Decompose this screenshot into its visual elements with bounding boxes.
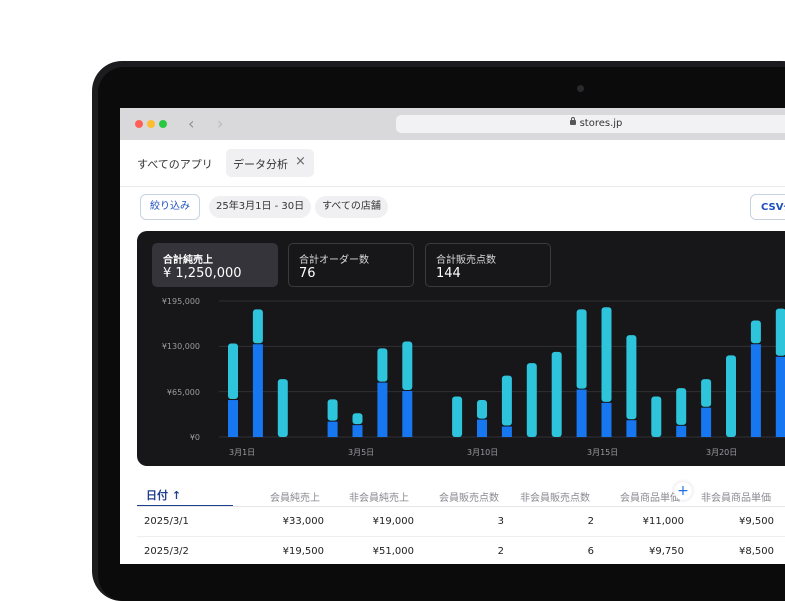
column-header-date[interactable]: 日付 ↑ [146,487,181,503]
bar-segment-upper[interactable] [402,341,412,390]
add-column-icon[interactable]: + [674,482,692,500]
cell-date: 2025/3/2 [144,546,189,557]
bar-segment-lower[interactable] [776,357,785,437]
x-tick-label: 3月20日 [706,447,737,458]
url-text: stores.jp [580,118,623,129]
bar-segment-upper[interactable] [228,344,238,399]
bar-segment-lower[interactable] [602,403,612,437]
x-tick-label: 3月10日 [467,447,498,458]
bar-segment-lower[interactable] [328,422,338,437]
cell-date: 2025/3/1 [144,516,189,527]
bar-segment-upper[interactable] [701,379,711,407]
bar-segment-upper[interactable] [477,400,487,419]
cell-member-sales: ¥33,000 [244,516,324,527]
back-icon[interactable]: ‹ [188,114,194,133]
bar-segment-lower[interactable] [353,425,363,437]
cell-nonmember-sales: ¥19,000 [334,516,414,527]
url-bar[interactable]: stores.jp [396,115,785,133]
column-header[interactable]: 非会員純売上 [349,489,409,504]
column-header[interactable]: 会員商品単価 [620,489,680,504]
maximize-window-icon[interactable] [159,120,167,128]
csv-download-button[interactable]: CSVダ [750,194,785,220]
stacked-bar-chart [137,231,785,466]
column-header[interactable]: 会員純売上 [270,489,320,504]
bar-segment-upper[interactable] [527,363,537,437]
divider [137,536,785,537]
close-tab-icon[interactable]: × [295,154,306,169]
bar-segment-upper[interactable] [651,397,661,437]
app-tab-bar: すべてのアプリ データ分析 × [120,140,785,187]
bar-segment-lower[interactable] [402,391,412,437]
bar-segment-lower[interactable] [676,426,686,437]
bar-segment-lower[interactable] [626,420,636,437]
cell-member-items: 2 [424,546,504,557]
bar-segment-upper[interactable] [502,376,512,426]
tab-data-analysis-label: データ分析 [233,156,288,172]
divider [137,506,785,507]
cell-member-sales: ¥19,500 [244,546,324,557]
close-window-icon[interactable] [135,120,143,128]
bar-segment-upper[interactable] [602,307,612,402]
bar-segment-lower[interactable] [502,427,512,437]
cell-nonmember-sales: ¥51,000 [334,546,414,557]
store-chip[interactable]: すべての店舗 [315,196,388,218]
bar-segment-upper[interactable] [253,309,263,343]
cell-member-unit-price: ¥11,000 [604,516,684,527]
minimize-window-icon[interactable] [147,120,155,128]
bar-segment-upper[interactable] [552,352,562,437]
bar-segment-upper[interactable] [278,379,288,437]
bar-segment-upper[interactable] [776,309,785,356]
bar-segment-lower[interactable] [377,383,387,437]
cell-member-unit-price: ¥9,750 [604,546,684,557]
lock-icon [570,120,576,125]
bar-segment-lower[interactable] [701,408,711,437]
bar-segment-lower[interactable] [253,344,263,437]
cell-nonmember-items: 6 [514,546,594,557]
x-tick-label: 3月5日 [348,447,374,458]
browser-toolbar: ‹ › stores.jp [120,108,785,140]
cell-nonmember-items: 2 [514,516,594,527]
column-header[interactable]: 非会員商品単価 [701,489,771,504]
date-range-chip[interactable]: 25年3月1日 - 30日 [209,196,311,218]
camera-dot [577,85,584,92]
tab-data-analysis[interactable]: データ分析 × [226,149,314,177]
sales-chart-panel: 合計純売上 ¥ 1,250,000 合計オーダー数 76 合計販売点数 144 … [137,231,785,466]
forward-icon[interactable]: › [217,114,223,133]
tab-all-apps[interactable]: すべてのアプリ [137,156,213,172]
bar-segment-lower[interactable] [477,420,487,437]
x-tick-label: 3月15日 [587,447,618,458]
bar-segment-upper[interactable] [452,397,462,437]
browser-window: ‹ › stores.jp すべてのアプリ データ分析 × 絞り込み 25年3月… [120,108,785,564]
bar-segment-lower[interactable] [228,400,238,437]
bar-segment-upper[interactable] [676,388,686,425]
column-header[interactable]: 会員販売点数 [439,489,499,504]
bar-segment-upper[interactable] [577,309,587,388]
cell-nonmember-unit-price: ¥9,500 [694,516,774,527]
bar-segment-upper[interactable] [328,399,338,420]
cell-nonmember-unit-price: ¥8,500 [694,546,774,557]
column-header[interactable]: 非会員販売点数 [520,489,590,504]
bar-segment-upper[interactable] [726,355,736,437]
filter-button[interactable]: 絞り込み [140,194,200,220]
bar-segment-upper[interactable] [626,335,636,419]
bar-segment-lower[interactable] [577,390,587,437]
bar-segment-lower[interactable] [751,344,761,437]
bar-segment-upper[interactable] [377,348,387,381]
x-tick-label: 3月1日 [229,447,255,458]
bar-segment-upper[interactable] [751,321,761,344]
cell-member-items: 3 [424,516,504,527]
bar-segment-upper[interactable] [353,413,363,424]
